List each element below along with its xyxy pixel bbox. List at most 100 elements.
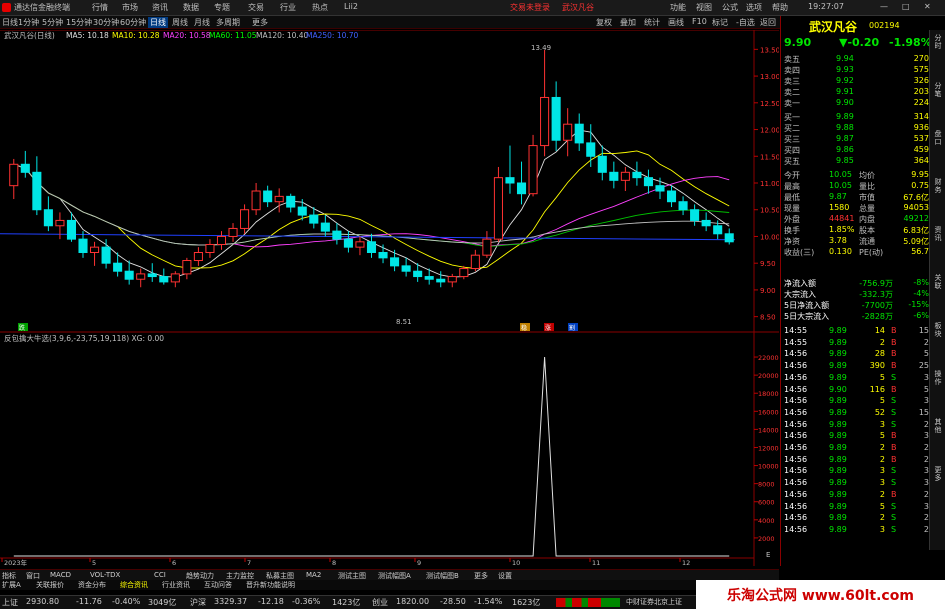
hs-label[interactable]: 沪深 bbox=[190, 597, 206, 608]
candle-body[interactable] bbox=[55, 219, 65, 227]
extension-tab[interactable]: 关联报价 bbox=[36, 580, 64, 590]
candle-body[interactable] bbox=[170, 273, 180, 283]
candle-body[interactable] bbox=[540, 96, 550, 147]
menu-trade[interactable]: 交易 bbox=[248, 2, 264, 13]
candle-body[interactable] bbox=[505, 177, 515, 184]
candle-body[interactable] bbox=[413, 270, 423, 278]
tick-row[interactable]: 14:56 9.90 116 B 5 bbox=[781, 385, 931, 396]
candle-body[interactable] bbox=[78, 238, 88, 253]
candle-body[interactable] bbox=[516, 182, 527, 195]
candle-body[interactable] bbox=[251, 190, 261, 211]
sell-level[interactable]: 卖一 9.90 224 bbox=[781, 98, 931, 109]
candle-body[interactable] bbox=[309, 214, 319, 224]
tick-row[interactable]: 14:56 9.89 2 B 2 bbox=[781, 443, 931, 454]
candle-body[interactable] bbox=[643, 177, 653, 187]
kline-svg[interactable]: 13.50 13.00 12.50 12.00 11.50 11.00 10.50 10.00… bbox=[0, 29, 780, 567]
candle-body[interactable] bbox=[724, 233, 734, 243]
candle-body[interactable] bbox=[90, 246, 100, 253]
side-tab[interactable]: 分时 bbox=[932, 34, 944, 50]
candle-body[interactable] bbox=[193, 252, 203, 262]
tick-row[interactable]: 14:56 9.89 3 S 2 bbox=[781, 420, 931, 431]
close-icon[interactable]: ✕ bbox=[924, 2, 931, 11]
candle-body[interactable] bbox=[609, 171, 619, 181]
menu-lii2[interactable]: Lii2 bbox=[344, 2, 358, 11]
minimize-icon[interactable]: — bbox=[880, 2, 888, 11]
menu-shichang[interactable]: 市场 bbox=[122, 2, 138, 13]
candle-body[interactable] bbox=[678, 201, 688, 211]
candle-body[interactable] bbox=[551, 96, 561, 141]
candle-body[interactable] bbox=[459, 268, 469, 278]
tick-row[interactable]: 14:56 9.89 52 S 15 bbox=[781, 408, 931, 419]
candle-body[interactable] bbox=[436, 278, 446, 283]
btn-mark[interactable]: 标记 bbox=[712, 17, 728, 28]
candle-body[interactable] bbox=[9, 163, 19, 187]
candle-body[interactable] bbox=[182, 260, 192, 275]
btn-watchlist[interactable]: -自选 bbox=[736, 17, 755, 28]
candle-body[interactable] bbox=[240, 209, 250, 229]
candle-body[interactable] bbox=[390, 257, 400, 267]
menu-news[interactable]: 资讯 bbox=[152, 2, 168, 13]
btn-fuquan[interactable]: 复权 bbox=[596, 17, 612, 28]
candle-body[interactable] bbox=[159, 276, 169, 283]
extension-tab[interactable]: 行业资讯 bbox=[162, 580, 190, 590]
tick-row[interactable]: 14:56 9.89 390 B 25 bbox=[781, 361, 931, 372]
candle-body[interactable] bbox=[332, 230, 342, 240]
candle-body[interactable] bbox=[43, 209, 53, 227]
period-1min[interactable]: 1分钟 bbox=[18, 17, 39, 28]
menu-formula[interactable]: 公式 bbox=[722, 2, 738, 13]
tick-row[interactable]: 14:56 9.89 5 B 3 bbox=[781, 431, 931, 442]
side-tab[interactable]: 分笔 bbox=[932, 82, 944, 98]
buy-level[interactable]: 买二 9.88 936 bbox=[781, 123, 931, 134]
side-tab[interactable]: 其他 bbox=[932, 418, 944, 434]
btn-overlay[interactable]: 叠加 bbox=[620, 17, 636, 28]
candle-body[interactable] bbox=[101, 246, 111, 264]
tick-row[interactable]: 14:56 9.89 2 S 2 bbox=[781, 513, 931, 524]
candle-body[interactable] bbox=[320, 222, 330, 232]
buy-level[interactable]: 买一 9.89 314 bbox=[781, 112, 931, 123]
tick-row[interactable]: 14:56 9.89 28 B 5 bbox=[781, 349, 931, 360]
candle-body[interactable] bbox=[401, 265, 411, 272]
candle-body[interactable] bbox=[655, 185, 665, 192]
period-30min[interactable]: 30分钟 bbox=[93, 17, 119, 28]
sell-level[interactable]: 卖四 9.93 575 bbox=[781, 65, 931, 76]
side-tab[interactable]: 资讯 bbox=[932, 226, 944, 242]
side-tab[interactable]: 操作 bbox=[932, 370, 944, 386]
extension-tab[interactable]: 扩展A bbox=[2, 580, 21, 590]
period-5min[interactable]: 5分钟 bbox=[42, 17, 63, 28]
candle-body[interactable] bbox=[701, 219, 711, 227]
sell-level[interactable]: 卖五 9.94 270 bbox=[781, 54, 931, 65]
sell-level[interactable]: 卖二 9.91 203 bbox=[781, 87, 931, 98]
extension-tab[interactable]: 资金分布 bbox=[78, 580, 106, 590]
btn-back[interactable]: 返回 bbox=[760, 17, 776, 28]
candle-body[interactable] bbox=[113, 262, 123, 272]
candle-body[interactable] bbox=[597, 155, 607, 173]
period-more[interactable]: 更多 bbox=[252, 17, 268, 28]
candle-body[interactable] bbox=[528, 145, 538, 195]
candle-body[interactable] bbox=[424, 276, 434, 280]
period-day[interactable]: 日线 bbox=[2, 17, 18, 28]
candle-body[interactable] bbox=[136, 273, 146, 280]
extension-tab[interactable]: 互动问答 bbox=[204, 580, 232, 590]
period-week[interactable]: 周线 bbox=[172, 17, 188, 28]
tick-row[interactable]: 14:56 9.89 5 S 3 bbox=[781, 396, 931, 407]
candle-body[interactable] bbox=[32, 171, 42, 211]
tick-row[interactable]: 14:56 9.89 3 S 3 bbox=[781, 478, 931, 489]
menu-help[interactable]: 帮助 bbox=[772, 2, 788, 13]
menu-options[interactable]: 选项 bbox=[746, 2, 762, 13]
tick-row[interactable]: 14:56 9.89 2 B 2 bbox=[781, 455, 931, 466]
menu-function[interactable]: 功能 bbox=[670, 2, 686, 13]
tick-row[interactable]: 14:56 9.89 5 S 3 bbox=[781, 373, 931, 384]
side-tab[interactable]: 关联 bbox=[932, 274, 944, 290]
candle-body[interactable] bbox=[297, 206, 307, 216]
sh-label[interactable]: 上证 bbox=[2, 597, 18, 608]
period-multi[interactable]: 多周期 bbox=[216, 17, 240, 28]
extension-tab[interactable]: 晋升新功能说明 bbox=[246, 580, 295, 590]
candle-body[interactable] bbox=[574, 123, 584, 144]
buy-level[interactable]: 买四 9.86 459 bbox=[781, 145, 931, 156]
tick-row[interactable]: 14:56 9.89 3 S 2 bbox=[781, 525, 931, 536]
menu-topics[interactable]: 专题 bbox=[214, 2, 230, 13]
period-60min[interactable]: 60分钟 bbox=[120, 17, 146, 28]
buy-level[interactable]: 买五 9.85 364 bbox=[781, 156, 931, 167]
tick-row[interactable]: 14:55 9.89 14 B 15 bbox=[781, 326, 931, 337]
extension-tab[interactable]: 综合资讯 bbox=[120, 580, 148, 590]
